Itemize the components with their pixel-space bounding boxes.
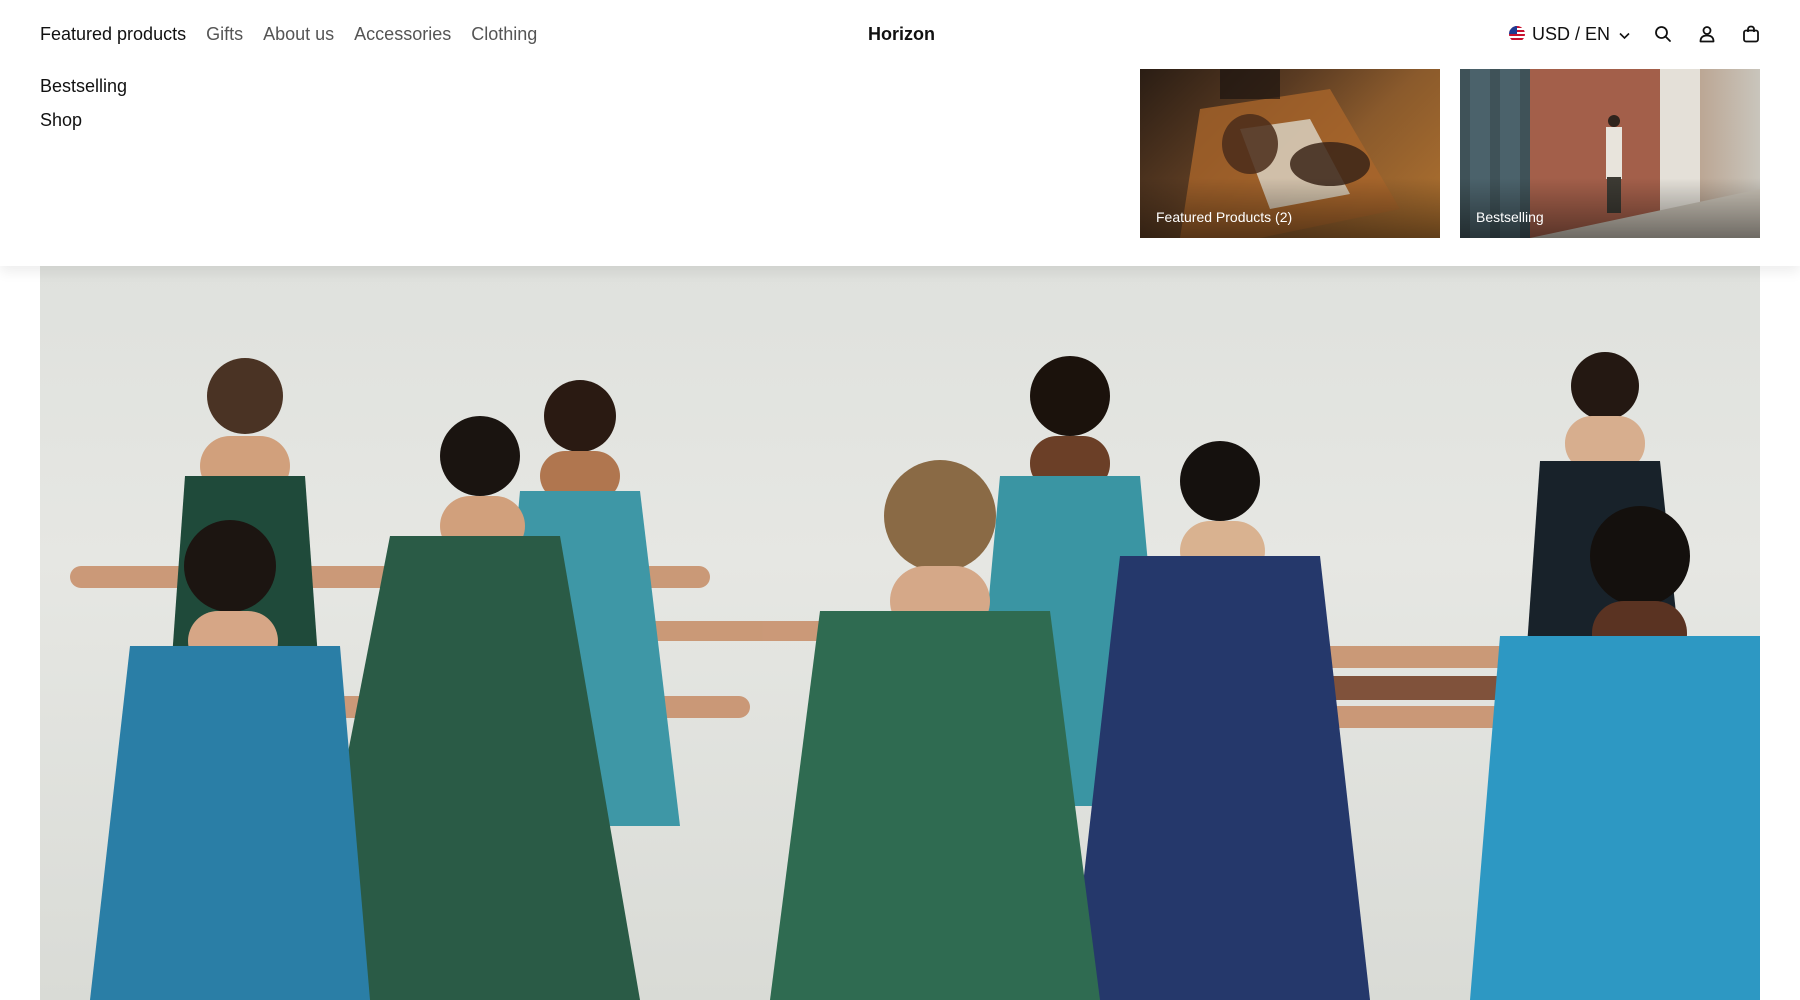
menu-card-bestselling[interactable]: Bestselling (1460, 69, 1760, 238)
site-header: Featured products Gifts About us Accesso… (0, 0, 1800, 266)
us-flag-icon (1508, 26, 1525, 42)
cart-icon[interactable] (1740, 23, 1762, 45)
yoga-group-illustration (70, 352, 1760, 1000)
menu-card-featured-products[interactable]: Featured Products (2) (1140, 69, 1440, 238)
locale-label: USD / EN (1531, 24, 1610, 44)
chevron-down-icon (1619, 22, 1630, 46)
account-icon[interactable] (1696, 23, 1718, 45)
menu-card-caption: Bestselling (1476, 209, 1544, 225)
menu-card-caption: Featured Products (2) (1156, 209, 1293, 225)
featured-products-submenu: Bestselling Shop (40, 74, 127, 142)
nav-item-accessories[interactable]: Accessories (354, 22, 451, 46)
nav-item-clothing[interactable]: Clothing (471, 22, 537, 46)
nav-item-about-us[interactable]: About us (263, 22, 334, 46)
nav-item-gifts[interactable]: Gifts (206, 22, 243, 46)
locale-selector[interactable]: USD / EN (1508, 22, 1630, 46)
search-icon[interactable] (1652, 23, 1674, 45)
brand-logo[interactable]: Horizon (868, 22, 935, 46)
nav-item-featured-products[interactable]: Featured products (40, 22, 186, 46)
header-utilities: USD / EN (1508, 22, 1762, 46)
hero-image (40, 266, 1760, 1000)
submenu-item-shop[interactable]: Shop (40, 108, 127, 142)
main-nav: Featured products Gifts About us Accesso… (40, 22, 537, 46)
submenu-item-bestselling[interactable]: Bestselling (40, 74, 127, 108)
